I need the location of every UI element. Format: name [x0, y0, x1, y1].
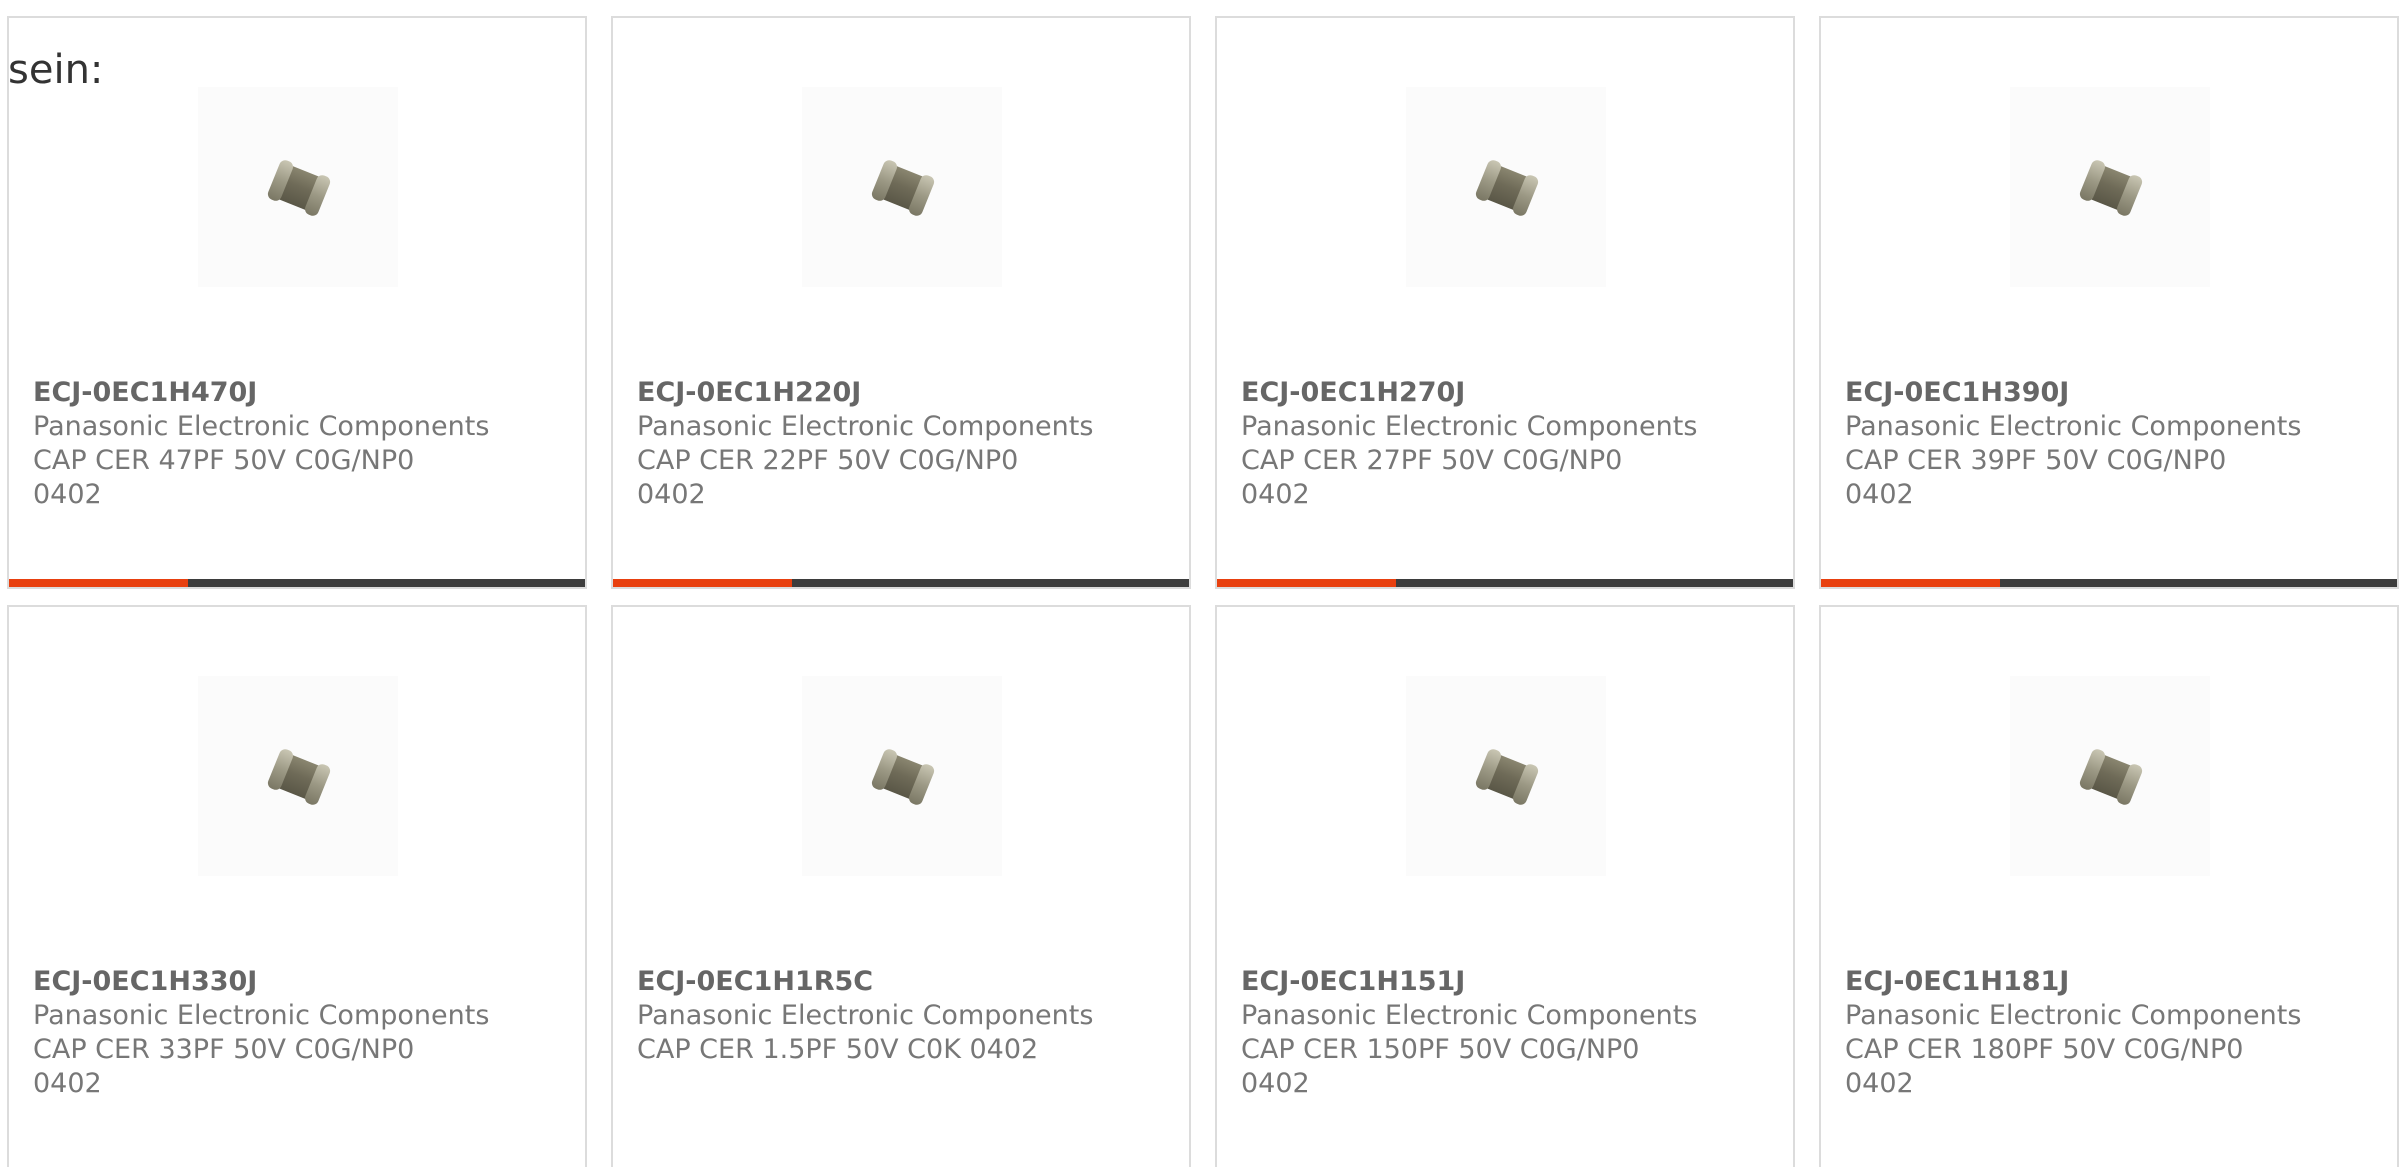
- product-card[interactable]: ECJ-0EC1H220J Panasonic Electronic Compo…: [611, 16, 1191, 589]
- product-card[interactable]: ECJ-0EC1H470J Panasonic Electronic Compo…: [7, 16, 587, 589]
- capacitor-chip-icon: [2078, 747, 2144, 807]
- capacitor-chip-icon: [266, 747, 332, 807]
- product-image[interactable]: [198, 87, 398, 287]
- card-progress-fill: [9, 579, 188, 587]
- part-number-link[interactable]: ECJ-0EC1H151J: [1241, 965, 1761, 999]
- product-description: CAP CER 1.5PF 50V C0K 0402: [637, 1034, 1039, 1065]
- card-progress-fill: [1217, 579, 1396, 587]
- product-card[interactable]: ECJ-0EC1H390J Panasonic Electronic Compo…: [1819, 16, 2399, 589]
- part-number-link[interactable]: ECJ-0EC1H220J: [637, 376, 1157, 410]
- manufacturer-name: Panasonic Electronic Components: [33, 1000, 490, 1031]
- capacitor-chip-icon: [1474, 158, 1540, 218]
- capacitor-chip-icon: [266, 158, 332, 218]
- card-progress-bar: [613, 579, 1189, 587]
- product-image[interactable]: [802, 87, 1002, 287]
- product-image[interactable]: [1406, 676, 1606, 876]
- capacitor-chip-icon: [1474, 747, 1540, 807]
- product-image[interactable]: [1406, 87, 1606, 287]
- manufacturer-name: Panasonic Electronic Components: [637, 1000, 1094, 1031]
- product-card[interactable]: ECJ-0EC1H330J Panasonic Electronic Compo…: [7, 605, 587, 1167]
- manufacturer-name: Panasonic Electronic Components: [1845, 411, 2302, 442]
- manufacturer-name: Panasonic Electronic Components: [1241, 411, 1698, 442]
- part-number-link[interactable]: ECJ-0EC1H330J: [33, 965, 553, 999]
- product-image[interactable]: [2010, 87, 2210, 287]
- product-description: CAP CER 39PF 50V C0G/NP0 0402: [1845, 445, 2227, 510]
- product-image[interactable]: [2010, 676, 2210, 876]
- card-progress-bar: [1217, 579, 1793, 587]
- product-description: CAP CER 33PF 50V C0G/NP0 0402: [33, 1034, 415, 1099]
- section-heading: sein:: [8, 47, 104, 93]
- product-grid-page: sein: ECJ-0EC1H470J Panasonic Electronic…: [0, 0, 2400, 1167]
- product-description: CAP CER 150PF 50V C0G/NP0 0402: [1241, 1034, 1640, 1099]
- product-description: CAP CER 22PF 50V C0G/NP0 0402: [637, 445, 1019, 510]
- product-description: CAP CER 180PF 50V C0G/NP0 0402: [1845, 1034, 2244, 1099]
- product-description: CAP CER 47PF 50V C0G/NP0 0402: [33, 445, 415, 510]
- manufacturer-name: Panasonic Electronic Components: [1241, 1000, 1698, 1031]
- card-progress-fill: [1821, 579, 2000, 587]
- product-image[interactable]: [802, 676, 1002, 876]
- product-description: CAP CER 27PF 50V C0G/NP0 0402: [1241, 445, 1623, 510]
- part-number-link[interactable]: ECJ-0EC1H1R5C: [637, 965, 1157, 999]
- product-card[interactable]: ECJ-0EC1H1R5C Panasonic Electronic Compo…: [611, 605, 1191, 1167]
- capacitor-chip-icon: [870, 158, 936, 218]
- product-card[interactable]: ECJ-0EC1H151J Panasonic Electronic Compo…: [1215, 605, 1795, 1167]
- manufacturer-name: Panasonic Electronic Components: [33, 411, 490, 442]
- product-card[interactable]: ECJ-0EC1H270J Panasonic Electronic Compo…: [1215, 16, 1795, 589]
- card-progress-fill: [613, 579, 792, 587]
- capacitor-chip-icon: [870, 747, 936, 807]
- part-number-link[interactable]: ECJ-0EC1H390J: [1845, 376, 2365, 410]
- card-progress-bar: [9, 579, 585, 587]
- part-number-link[interactable]: ECJ-0EC1H181J: [1845, 965, 2365, 999]
- product-card[interactable]: ECJ-0EC1H181J Panasonic Electronic Compo…: [1819, 605, 2399, 1167]
- product-image[interactable]: [198, 676, 398, 876]
- card-progress-bar: [1821, 579, 2397, 587]
- part-number-link[interactable]: ECJ-0EC1H270J: [1241, 376, 1761, 410]
- manufacturer-name: Panasonic Electronic Components: [1845, 1000, 2302, 1031]
- capacitor-chip-icon: [2078, 158, 2144, 218]
- manufacturer-name: Panasonic Electronic Components: [637, 411, 1094, 442]
- part-number-link[interactable]: ECJ-0EC1H470J: [33, 376, 553, 410]
